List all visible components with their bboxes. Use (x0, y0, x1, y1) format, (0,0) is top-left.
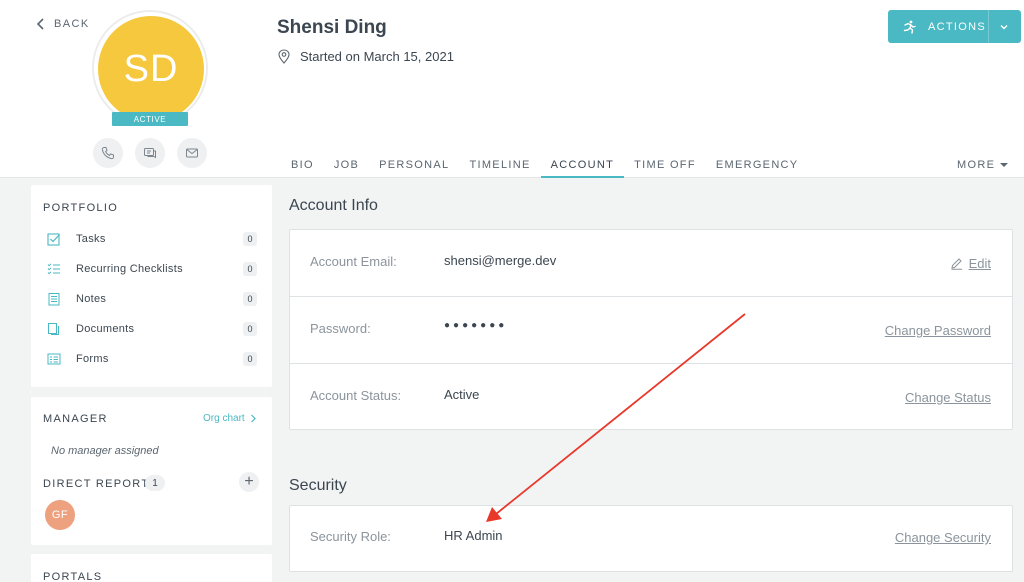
caret-down-icon (1000, 163, 1009, 167)
checklist-icon (47, 263, 60, 275)
password-value: ●●●●●●● (444, 320, 508, 331)
tab-bio[interactable]: BIO (281, 149, 324, 178)
portfolio-item-label: Documents (76, 323, 135, 335)
no-manager-text: No manager assigned (51, 445, 159, 457)
security-role-value: HR Admin (444, 528, 503, 543)
actions-label: ACTIONS (928, 20, 986, 33)
direct-reports-title: DIRECT REPORTS (43, 478, 158, 490)
count-badge: 0 (243, 262, 257, 276)
notes-icon (48, 293, 60, 306)
portfolio-item-tasks[interactable]: Tasks 0 (47, 229, 257, 249)
chevron-left-icon (36, 18, 44, 30)
portfolio-item-label: Forms (76, 353, 109, 365)
tab-personal[interactable]: PERSONAL (369, 149, 459, 178)
direct-reports-count: 1 (145, 475, 165, 491)
checkbox-icon (47, 233, 60, 246)
edit-email-link[interactable]: Edit (950, 256, 991, 271)
add-direct-report-button[interactable]: + (239, 472, 259, 492)
tab-timeline[interactable]: TIMELINE (459, 149, 540, 178)
account-email-value: shensi@merge.dev (444, 253, 557, 268)
portfolio-item-recurring-checklists[interactable]: Recurring Checklists 0 (47, 259, 257, 279)
mail-icon (186, 148, 198, 158)
email-button[interactable] (177, 138, 207, 168)
tab-more-label: MORE (957, 159, 996, 171)
back-label: BACK (54, 18, 90, 30)
change-security-link[interactable]: Change Security (895, 530, 991, 545)
count-badge: 0 (243, 352, 257, 366)
row-label: Security Role: (310, 529, 391, 544)
row-label: Password: (310, 321, 371, 336)
org-chart-link[interactable]: Org chart (203, 413, 256, 424)
actions-divider (988, 10, 989, 43)
profile-tabs: BIO JOB PERSONAL TIMELINE ACCOUNT TIME O… (281, 149, 808, 178)
employee-name: Shensi Ding (277, 17, 387, 38)
security-role-row: Security Role: HR Admin Change Security (290, 506, 1012, 573)
chevron-down-icon (1000, 25, 1008, 30)
message-button[interactable] (135, 138, 165, 168)
portfolio-item-label: Tasks (76, 233, 106, 245)
avatar-frame: SD (92, 10, 208, 126)
start-date-text: Started on March 15, 2021 (300, 49, 454, 64)
tab-more[interactable]: MORE (957, 159, 1009, 171)
documents-icon (48, 323, 59, 335)
count-badge: 0 (243, 232, 257, 246)
tab-account[interactable]: ACCOUNT (540, 149, 625, 178)
org-chart-label: Org chart (203, 413, 245, 424)
portfolio-item-documents[interactable]: Documents 0 (47, 319, 257, 339)
tab-emergency[interactable]: EMERGENCY (706, 149, 809, 178)
portfolio-item-notes[interactable]: Notes 0 (47, 289, 257, 309)
chevron-right-icon (250, 414, 256, 423)
tab-time-off[interactable]: TIME OFF (624, 149, 706, 178)
account-email-row: Account Email: shensi@merge.dev Edit (290, 230, 1012, 297)
location-pin-icon (278, 49, 290, 64)
back-button[interactable]: BACK (36, 18, 90, 30)
edit-label: Edit (968, 256, 991, 271)
row-label: Account Email: (310, 254, 397, 269)
profile-header: BACK SD ACTIVE Shensi Ding Started on Ma… (0, 0, 1024, 178)
manager-title: MANAGER (43, 413, 108, 425)
portfolio-title: PORTFOLIO (43, 202, 119, 214)
start-date: Started on March 15, 2021 (278, 49, 454, 64)
avatar: SD (98, 16, 204, 122)
phone-icon (101, 147, 114, 160)
direct-report-avatar[interactable]: GF (45, 500, 75, 530)
call-button[interactable] (93, 138, 123, 168)
portfolio-card: PORTFOLIO Tasks 0 Recurring Checklists 0… (31, 185, 272, 387)
actions-button[interactable]: ACTIONS (888, 10, 1021, 43)
account-info-title: Account Info (289, 197, 378, 214)
security-title: Security (289, 477, 347, 494)
account-status-row: Account Status: Active Change Status (290, 364, 1012, 431)
tab-job[interactable]: JOB (324, 149, 369, 178)
status-badge: ACTIVE (112, 112, 188, 126)
change-status-link[interactable]: Change Status (905, 390, 991, 405)
account-status-value: Active (444, 387, 480, 402)
row-label: Account Status: (310, 388, 402, 403)
runner-icon (903, 20, 916, 34)
portfolio-item-label: Recurring Checklists (76, 263, 183, 275)
portfolio-item-forms[interactable]: Forms 0 (47, 349, 257, 369)
portfolio-item-label: Notes (76, 293, 107, 305)
count-badge: 0 (243, 322, 257, 336)
portals-title: PORTALS (43, 571, 103, 582)
security-panel: Security Role: HR Admin Change Security (289, 505, 1013, 572)
password-row: Password: ●●●●●●● Change Password (290, 297, 1012, 364)
account-info-panel: Account Email: shensi@merge.dev Edit Pas… (289, 229, 1013, 430)
portals-card: PORTALS (31, 554, 272, 582)
pencil-icon (950, 258, 962, 270)
count-badge: 0 (243, 292, 257, 306)
forms-icon (47, 353, 61, 365)
change-password-link[interactable]: Change Password (885, 323, 991, 338)
chat-icon (144, 148, 156, 159)
manager-card: MANAGER Org chart No manager assigned DI… (31, 397, 272, 545)
